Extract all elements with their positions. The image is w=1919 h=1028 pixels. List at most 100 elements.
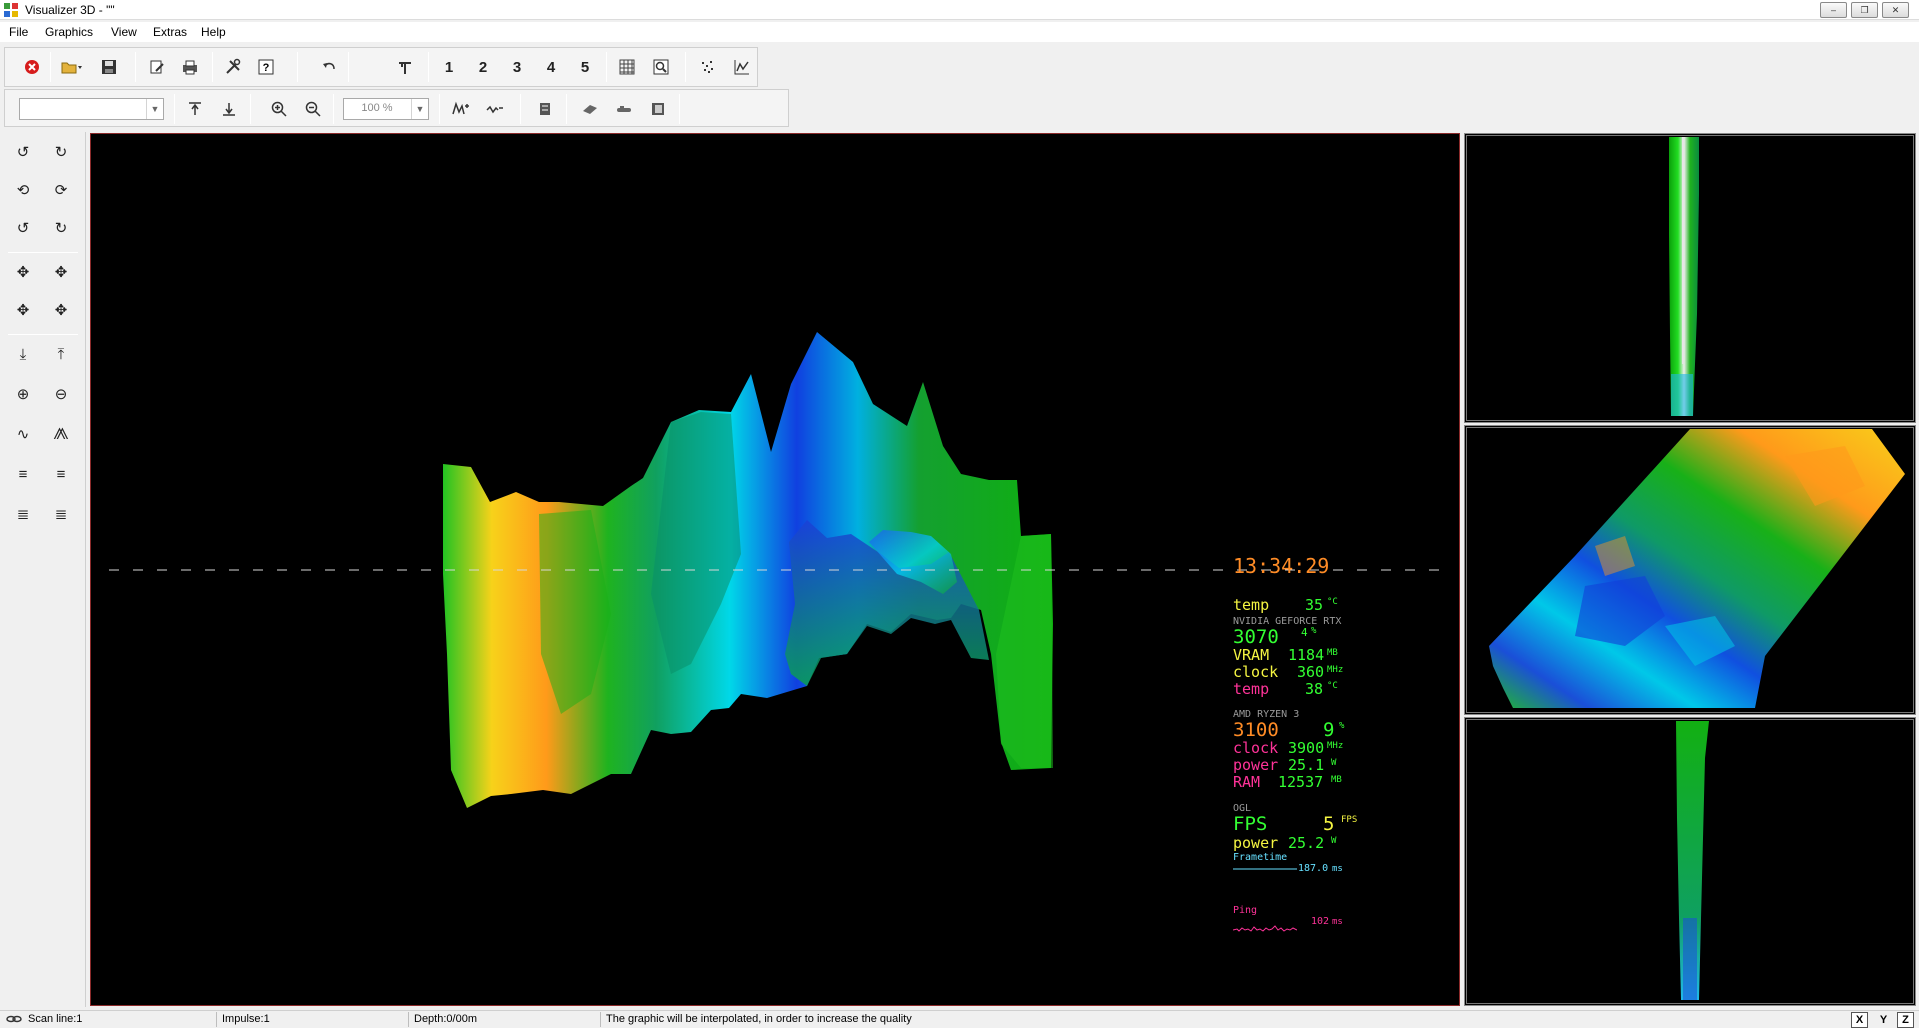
side-view-front[interactable] bbox=[1464, 133, 1916, 423]
grid-icon[interactable] bbox=[614, 54, 640, 80]
view-3-button[interactable]: 3 bbox=[504, 54, 530, 80]
hud-cpu-power-unit: W bbox=[1331, 758, 1337, 768]
print-icon[interactable] bbox=[177, 54, 203, 80]
hud-power-value: 25.2 bbox=[1288, 834, 1325, 852]
view-1-button[interactable]: 1 bbox=[436, 54, 462, 80]
depth-up-icon[interactable] bbox=[182, 96, 208, 122]
hud-gpu-clock-value: 360 bbox=[1297, 663, 1325, 681]
align-right-1-icon[interactable]: ≡ bbox=[47, 460, 75, 488]
scan-select[interactable]: ▼ bbox=[19, 98, 164, 120]
view-2-button[interactable]: 2 bbox=[470, 54, 496, 80]
rotate-y-ccw-icon[interactable]: ⟲ bbox=[9, 176, 37, 204]
side-view-top[interactable] bbox=[1464, 425, 1916, 715]
hud-fps-value: 5 bbox=[1323, 813, 1335, 835]
hud-gpu-load-unit: % bbox=[1311, 626, 1317, 636]
align-right-2-icon[interactable]: ≣ bbox=[47, 500, 75, 528]
hud-ram-value: 12537 bbox=[1278, 773, 1324, 791]
view-5-button[interactable]: 5 bbox=[572, 54, 598, 80]
hud-cpu-load-unit: % bbox=[1339, 721, 1345, 731]
close-button[interactable]: ✕ bbox=[1882, 2, 1909, 18]
hud-gpu-temp-unit: °C bbox=[1327, 597, 1338, 607]
antenna-icon[interactable] bbox=[392, 54, 418, 80]
rotate-y-cw-icon[interactable]: ⟳ bbox=[47, 176, 75, 204]
frame-icon[interactable] bbox=[645, 96, 671, 122]
view-4-button[interactable]: 4 bbox=[538, 54, 564, 80]
help-icon[interactable]: ? bbox=[253, 54, 279, 80]
hud-vram-value: 1184 bbox=[1288, 646, 1325, 664]
restore-button[interactable]: ❐ bbox=[1851, 2, 1878, 18]
hud-ping-value: 102 bbox=[1311, 916, 1330, 927]
tools-icon[interactable] bbox=[220, 54, 246, 80]
hud-cpu-power-value: 25.1 bbox=[1288, 756, 1325, 774]
hud-cpu-clock-unit: MHz bbox=[1327, 741, 1344, 751]
hud-ping-unit: ms bbox=[1332, 917, 1343, 927]
axis-x-button[interactable]: X bbox=[1851, 1012, 1868, 1028]
menu-file[interactable]: File bbox=[9, 25, 28, 39]
link-icon bbox=[6, 1012, 22, 1028]
rotate-x-ccw-icon[interactable]: ↺ bbox=[9, 138, 37, 166]
marker-remove-icon[interactable] bbox=[482, 96, 508, 122]
menu-extras[interactable]: Extras bbox=[153, 25, 187, 39]
zoom-in-icon[interactable]: ⊕ bbox=[9, 380, 37, 408]
depth-status: Depth:0/00m bbox=[414, 1013, 477, 1025]
rotate-x-cw-icon[interactable]: ↻ bbox=[47, 138, 75, 166]
menu-graphics[interactable]: Graphics bbox=[45, 25, 93, 39]
marker-add-icon[interactable] bbox=[448, 96, 474, 122]
axis-y-button[interactable]: Y bbox=[1875, 1012, 1892, 1028]
open-folder-icon[interactable] bbox=[59, 54, 85, 80]
side-view-side[interactable] bbox=[1464, 717, 1916, 1006]
hud-cpu-power-label: power bbox=[1233, 756, 1279, 774]
main-3d-view[interactable]: 13:34:29 temp 35 °C NVIDIA GEFORCE RTX 3… bbox=[90, 133, 1460, 1006]
depth-top-icon[interactable]: ⤒ bbox=[47, 340, 75, 368]
hud-cpu-clock-value: 3900 bbox=[1288, 739, 1325, 757]
hud-gpu-model: 3070 bbox=[1233, 626, 1279, 648]
depth-down-icon[interactable] bbox=[216, 96, 242, 122]
align-left-2-icon[interactable]: ≣ bbox=[9, 500, 37, 528]
chevron-down-icon: ▼ bbox=[146, 99, 163, 119]
pipe-icon[interactable] bbox=[611, 96, 637, 122]
hud-gpu-clock-label: clock bbox=[1233, 663, 1279, 681]
hud-gpu-temp2-unit: °C bbox=[1327, 681, 1338, 691]
zoom-out-icon[interactable] bbox=[300, 96, 326, 122]
move-up-icon[interactable]: ✥ bbox=[9, 296, 37, 324]
marker-minus-icon[interactable]: ∿ bbox=[9, 420, 37, 448]
align-left-1-icon[interactable]: ≡ bbox=[9, 460, 37, 488]
app-icon bbox=[4, 3, 18, 17]
hud-gpu-load: 4 bbox=[1301, 626, 1308, 639]
zoom-out-icon[interactable]: ⊖ bbox=[47, 380, 75, 408]
menu-help[interactable]: Help bbox=[201, 25, 226, 39]
hud-vram-label: VRAM bbox=[1233, 646, 1270, 664]
move-right-icon[interactable]: ✥ bbox=[47, 258, 75, 286]
impulse-status: Impulse:1 bbox=[222, 1013, 270, 1025]
hud-gpu-temp-value: 35 bbox=[1305, 596, 1324, 614]
axis-z-button[interactable]: Z bbox=[1897, 1012, 1914, 1028]
hud-cpu-clock-label: clock bbox=[1233, 739, 1279, 757]
scatter-icon[interactable] bbox=[695, 54, 721, 80]
status-message: The graphic will be interpolated, in ord… bbox=[606, 1013, 912, 1025]
move-left-icon[interactable]: ✥ bbox=[9, 258, 37, 286]
hud-power-unit: W bbox=[1331, 836, 1337, 846]
probe-icon[interactable] bbox=[577, 96, 603, 122]
rotate-z-cw-icon[interactable]: ↻ bbox=[47, 214, 75, 242]
zoom-select[interactable]: 100 % ▼ bbox=[343, 98, 429, 120]
hud-gpu-temp2-label: temp bbox=[1233, 680, 1270, 698]
hud-gpu-clock-unit: MHz bbox=[1327, 665, 1344, 675]
minimize-button[interactable]: ‒ bbox=[1820, 2, 1847, 18]
frametime-graph bbox=[1233, 868, 1297, 870]
move-down-icon[interactable]: ✥ bbox=[47, 296, 75, 324]
layer-icon[interactable] bbox=[532, 96, 558, 122]
scan-line-status: Scan line:1 bbox=[28, 1013, 83, 1025]
menu-view[interactable]: View bbox=[111, 25, 137, 39]
hud-gpu-temp-label: temp bbox=[1233, 596, 1270, 614]
marker-plus-icon[interactable]: ⨇ bbox=[47, 420, 75, 448]
edit-icon[interactable] bbox=[144, 54, 170, 80]
rotate-z-ccw-icon[interactable]: ↺ bbox=[9, 214, 37, 242]
zoom-window-icon[interactable] bbox=[648, 54, 674, 80]
zoom-in-icon[interactable] bbox=[266, 96, 292, 122]
save-icon[interactable] bbox=[96, 54, 122, 80]
close-red-icon[interactable] bbox=[19, 54, 45, 80]
depth-bottom-icon[interactable]: ⤓ bbox=[9, 340, 37, 368]
hud-ram-label: RAM bbox=[1233, 773, 1261, 791]
undo-icon[interactable] bbox=[316, 54, 342, 80]
curve-icon[interactable] bbox=[729, 54, 755, 80]
